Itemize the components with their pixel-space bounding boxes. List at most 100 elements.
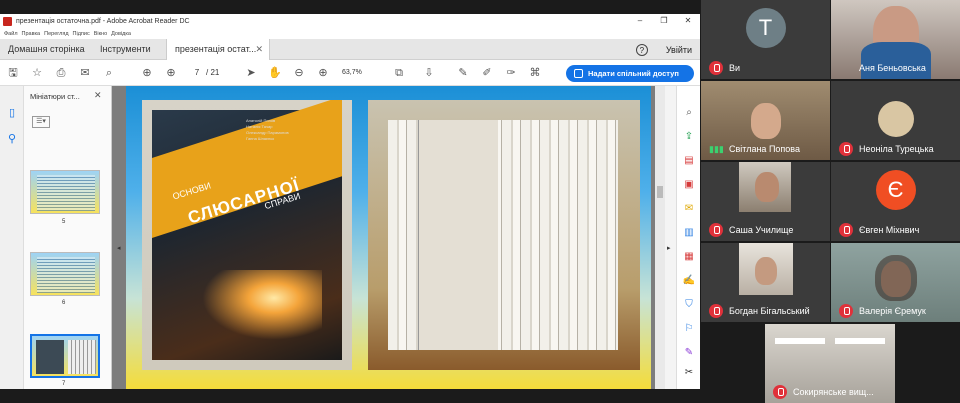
- participant-tile[interactable]: Сокирянське вищ...: [765, 324, 895, 403]
- participant-tile[interactable]: Є Євген Міхнвич: [831, 162, 960, 241]
- accessibility-icon[interactable]: ⚐: [682, 322, 696, 336]
- stamp-icon[interactable]: ⌘: [528, 66, 542, 80]
- hand-tool-icon[interactable]: ✋: [268, 66, 282, 80]
- thumbnails-panel: Мініатюри ст... ✕ ☰▾ 5 6 7: [24, 86, 132, 389]
- book-cover: Анатолій Попов Наталія Тачар Олександр П…: [152, 100, 342, 360]
- participant-tile[interactable]: Саша Училище: [701, 162, 830, 241]
- participant-name: Богдан Бігальський: [729, 306, 810, 316]
- save-icon[interactable]: 🖫: [6, 66, 20, 80]
- close-panel-icon[interactable]: ✕: [94, 90, 102, 101]
- participant-name: Валерія Єремук: [859, 306, 926, 316]
- participant-name: Саша Училище: [729, 225, 794, 235]
- email-icon[interactable]: ✉: [78, 66, 92, 80]
- document-scrollbar[interactable]: [655, 86, 665, 389]
- expand-right-icon[interactable]: ▸: [667, 244, 671, 252]
- menu-window[interactable]: Вікно: [94, 31, 107, 37]
- menu-bar: Файл Правка Перегляд Підпис Вікно Довідк…: [0, 28, 700, 39]
- combine-files-icon[interactable]: ▥: [682, 226, 696, 240]
- share-icon: [574, 69, 583, 78]
- muted-mic-icon: [709, 304, 723, 318]
- book-cover-photo: Анатолій Попов Наталія Тачар Олександр П…: [142, 100, 352, 370]
- sign-in-link[interactable]: Увійти: [666, 45, 692, 55]
- search-icon[interactable]: ⌕: [102, 66, 116, 80]
- thumbnail-page-6[interactable]: [30, 252, 100, 296]
- draw-icon[interactable]: ✑: [504, 66, 518, 80]
- highlight-icon[interactable]: ✐: [480, 66, 494, 80]
- scroll-mode-icon[interactable]: ⇩: [422, 66, 436, 80]
- help-icon[interactable]: ?: [635, 43, 648, 56]
- menu-help[interactable]: Довідка: [111, 31, 131, 37]
- bookmark-star-icon[interactable]: ☆: [30, 66, 44, 80]
- thumbnail-page-number: 5: [62, 219, 66, 225]
- create-pdf-icon[interactable]: ▤: [682, 154, 696, 168]
- window-title: презентація остаточна.pdf - Adobe Acroba…: [16, 17, 190, 25]
- page-thumbnails-icon[interactable]: ▯: [5, 106, 19, 120]
- toolbar: 🖫 ☆ ⎙ ✉ ⌕ ⊕ ⊕ 7 / 21 ➤ ✋ ⊖ ⊕ 63,7% ⧉ ⇩ ✎…: [0, 60, 700, 86]
- tab-tools[interactable]: Інструменти: [92, 39, 159, 60]
- mic-active-icon: ▮▮▮: [709, 144, 724, 154]
- thumbnail-page-number: 7: [62, 381, 66, 387]
- close-icon[interactable]: ✕: [676, 14, 700, 28]
- export-pdf-icon[interactable]: ⇪: [682, 130, 696, 144]
- zoom-level[interactable]: 63,7%: [342, 66, 362, 80]
- left-rail: ▯ ⚲: [0, 86, 24, 389]
- share-button[interactable]: Надати спільний доступ: [566, 65, 694, 82]
- zoom-in-icon[interactable]: ⊕: [316, 66, 330, 80]
- next-page-icon[interactable]: ⊕: [164, 66, 178, 80]
- page-fit-icon[interactable]: ⧉: [392, 66, 406, 80]
- muted-mic-icon: [839, 142, 853, 156]
- zoom-tool-icon[interactable]: ⌕: [682, 106, 696, 120]
- menu-file[interactable]: Файл: [4, 31, 18, 37]
- tab-document[interactable]: презентація остат... ✕: [166, 39, 270, 61]
- muted-mic-icon: [773, 385, 787, 399]
- menu-view[interactable]: Перегляд: [44, 31, 68, 37]
- participant-tile[interactable]: Богдан Бігальський: [701, 243, 830, 322]
- thumbnail-options-button[interactable]: ☰▾: [32, 116, 50, 128]
- participant-tile[interactable]: ▮▮▮ Світлана Попова: [701, 81, 830, 160]
- edit-pdf-icon[interactable]: ▣: [682, 178, 696, 192]
- thumbnail-page-5[interactable]: [30, 170, 100, 214]
- cover-authors: Анатолій Попов Наталія Тачар Олександр П…: [246, 118, 289, 141]
- menu-edit[interactable]: Правка: [22, 31, 41, 37]
- participant-tile[interactable]: Аня Беньовська: [831, 0, 960, 79]
- tab-home[interactable]: Домашня сторінка: [0, 39, 93, 60]
- print-icon[interactable]: ⎙: [54, 66, 68, 80]
- comment-icon[interactable]: ✎: [456, 66, 470, 80]
- organize-pages-icon[interactable]: ▦: [682, 250, 696, 264]
- participant-tile[interactable]: Т Ви: [701, 0, 830, 79]
- menu-sign[interactable]: Підпис: [73, 31, 90, 37]
- close-tab-icon[interactable]: ✕: [255, 39, 263, 60]
- avatar: Є: [875, 170, 916, 210]
- avatar: Т: [745, 8, 786, 48]
- thumbnail-photo: [68, 340, 96, 374]
- tools-rail: ⌕ ⇪ ▤ ▣ ✉ ▥ ▦ ✍ ⛉ ⚐ ✎ ✂: [676, 86, 700, 389]
- thumbnail-page-number: 6: [62, 300, 66, 306]
- fill-sign-icon[interactable]: ✍: [682, 274, 696, 288]
- open-book-photo: [368, 100, 640, 370]
- muted-mic-icon: [839, 223, 853, 237]
- participant-name: Євген Міхнвич: [859, 225, 920, 235]
- participant-tile[interactable]: Неоніла Турецька: [831, 81, 960, 160]
- page-number-input[interactable]: 7: [188, 66, 206, 80]
- minimize-icon[interactable]: –: [628, 14, 652, 28]
- pdf-page: Анатолій Попов Наталія Тачар Олександр П…: [126, 86, 651, 389]
- prev-page-icon[interactable]: ⊕: [140, 66, 154, 80]
- attachments-icon[interactable]: ⚲: [5, 132, 19, 146]
- tab-bar: Домашня сторінка Інструменти презентація…: [0, 39, 700, 61]
- maximize-icon[interactable]: ❐: [652, 14, 676, 28]
- select-cursor-icon[interactable]: ➤: [244, 66, 258, 80]
- more-tools-icon[interactable]: ✂: [682, 366, 696, 380]
- comment-tool-icon[interactable]: ✉: [682, 202, 696, 216]
- share-button-label: Надати спільний доступ: [588, 69, 679, 78]
- grinder-sparks: [202, 270, 322, 340]
- title-bar: презентація остаточна.pdf - Adobe Acroba…: [0, 14, 700, 28]
- participant-name: Сокирянське вищ...: [793, 387, 874, 397]
- avatar-photo: [877, 101, 914, 137]
- zoom-out-icon[interactable]: ⊖: [292, 66, 306, 80]
- participant-name: Світлана Попова: [729, 144, 800, 154]
- thumbnail-page-7[interactable]: [30, 334, 100, 378]
- send-for-signature-icon[interactable]: ✎: [682, 346, 696, 360]
- protect-icon[interactable]: ⛉: [682, 298, 696, 312]
- collapse-left-icon[interactable]: ◂: [117, 244, 121, 252]
- participant-tile[interactable]: Валерія Єремук: [831, 243, 960, 322]
